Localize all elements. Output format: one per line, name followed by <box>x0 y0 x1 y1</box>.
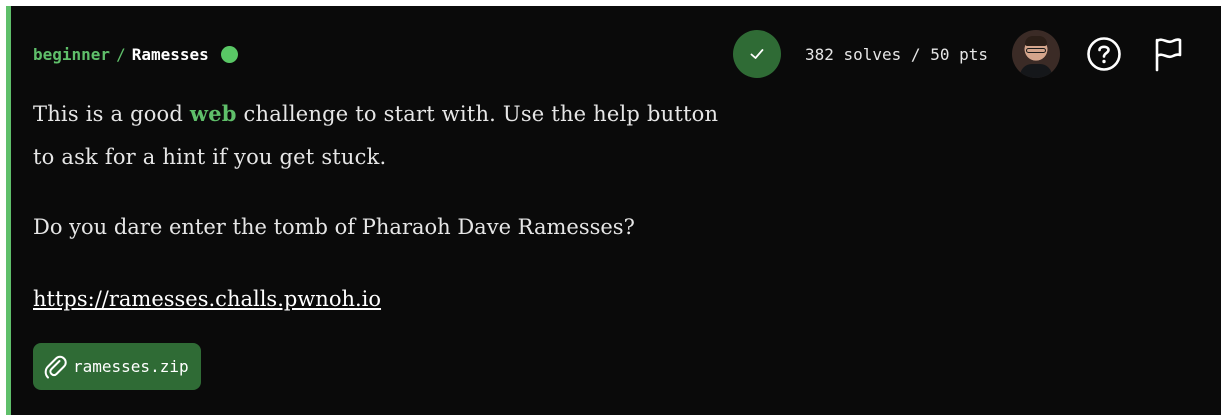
challenge-toolbar: 382 solves / 50 pts <box>732 28 1188 80</box>
solved-button[interactable] <box>732 30 781 78</box>
attachment-button[interactable]: ramesses.zip <box>33 343 201 390</box>
description-paragraph-2: Do you dare enter the tomb of Pharaoh Da… <box>33 215 635 239</box>
challenge-url-link[interactable]: https://ramesses.challs.pwnoh.io <box>33 278 381 321</box>
help-button[interactable] <box>1084 34 1124 74</box>
description-line-1: This is a good web challenge to start wi… <box>33 101 719 126</box>
attachment-filename: ramesses.zip <box>73 357 189 376</box>
help-circle-icon <box>1087 37 1121 71</box>
challenge-header: beginner / Ramesses <box>33 44 238 64</box>
flag-icon <box>1155 38 1182 72</box>
author-avatar[interactable] <box>1012 30 1060 78</box>
accent-bar <box>6 6 11 415</box>
category-label[interactable]: beginner <box>33 45 110 64</box>
challenge-title: Ramesses <box>131 44 209 64</box>
status-dot <box>220 45 238 63</box>
paperclip-icon <box>43 354 69 380</box>
challenge-card: beginner / Ramesses 382 solves / 50 pts <box>6 6 1221 415</box>
description-line-2: to ask for a hint if you get stuck. <box>33 145 387 169</box>
challenge-description: This is a good web challenge to start wi… <box>33 92 833 179</box>
flag-button[interactable] <box>1148 34 1188 74</box>
category-keyword: web <box>189 101 237 126</box>
check-icon <box>750 49 764 59</box>
breadcrumb-separator: / <box>116 44 126 64</box>
solve-stats: 382 solves / 50 pts <box>804 44 988 64</box>
